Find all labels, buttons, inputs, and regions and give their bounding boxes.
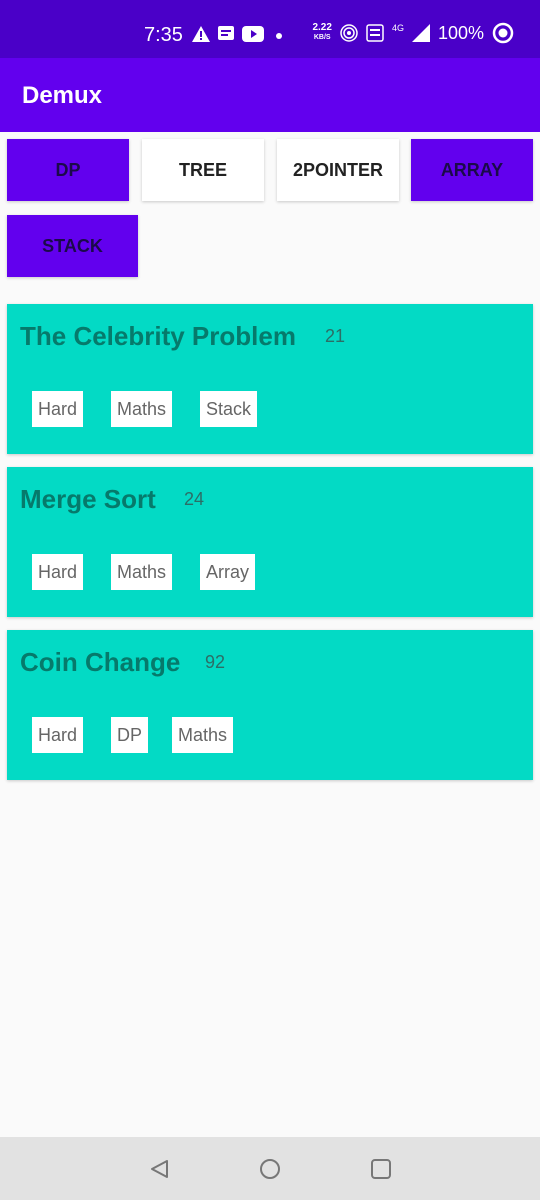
problem-tag: Hard	[32, 391, 84, 427]
recents-icon[interactable]	[370, 1158, 392, 1180]
problem-tag: Maths	[111, 554, 173, 590]
hotspot-icon	[340, 24, 358, 42]
problem-tag: Maths	[172, 717, 234, 753]
filter-chip-array[interactable]: ARRAY	[411, 139, 533, 201]
message-icon	[218, 26, 234, 40]
filter-chip-2pointer[interactable]: 2POINTER	[277, 139, 399, 201]
battery-percent: 100%	[437, 22, 484, 43]
problem-tag: Maths	[111, 391, 173, 427]
problem-count: 92	[205, 652, 226, 672]
problem-title: The Celebrity Problem	[20, 321, 296, 351]
app-title: Demux	[22, 82, 103, 109]
network-label: 4G	[391, 23, 404, 33]
problem-card[interactable]: Merge Sort 24 Hard Maths Array	[7, 467, 533, 617]
warning-icon	[192, 26, 210, 42]
status-time: 7:35	[144, 24, 183, 46]
filter-chip-tree[interactable]: TREE	[142, 139, 264, 201]
problem-tag: DP	[111, 717, 149, 753]
filter-chip-label: DP	[55, 159, 81, 180]
battery-icon	[492, 22, 514, 44]
status-bar: 7:35 2.22 KB/S 4G 100%	[0, 0, 540, 58]
filter-chip-dp[interactable]: DP	[7, 139, 129, 201]
problem-count: 21	[325, 326, 346, 346]
youtube-icon	[242, 26, 264, 42]
problem-tag: Hard	[32, 717, 84, 753]
notification-icons	[192, 26, 286, 42]
navigation-bar	[0, 1137, 540, 1200]
data-speed: 2.22 KB/S	[312, 23, 331, 43]
home-icon[interactable]	[259, 1158, 281, 1180]
problem-tag: Hard	[32, 554, 84, 590]
filter-chip-label: STACK	[42, 235, 103, 256]
app-bar: Demux	[0, 58, 540, 132]
problem-card[interactable]: The Celebrity Problem 21 Hard Maths Stac…	[7, 304, 533, 454]
dot-icon	[276, 33, 282, 39]
problem-tag: Stack	[200, 391, 258, 427]
speed-unit: KB/S	[313, 34, 331, 41]
filter-chip-label: TREE	[178, 159, 227, 180]
volte-icon	[366, 24, 384, 42]
filter-chip-label: ARRAY	[440, 159, 504, 180]
problem-title: Coin Change	[20, 647, 181, 677]
problem-card[interactable]: Coin Change 92 Hard DP Maths	[7, 630, 533, 780]
signal-icon	[411, 24, 430, 42]
back-icon[interactable]	[148, 1158, 170, 1180]
problem-count: 24	[184, 489, 205, 509]
system-icons: 2.22 KB/S 4G 100%	[312, 22, 514, 44]
problem-title: Merge Sort	[20, 484, 156, 514]
filter-chip-label: 2POINTER	[292, 159, 384, 180]
problem-tag: Array	[200, 554, 256, 590]
filter-chip-stack[interactable]: STACK	[7, 215, 138, 277]
speed-value: 2.22	[312, 22, 332, 33]
